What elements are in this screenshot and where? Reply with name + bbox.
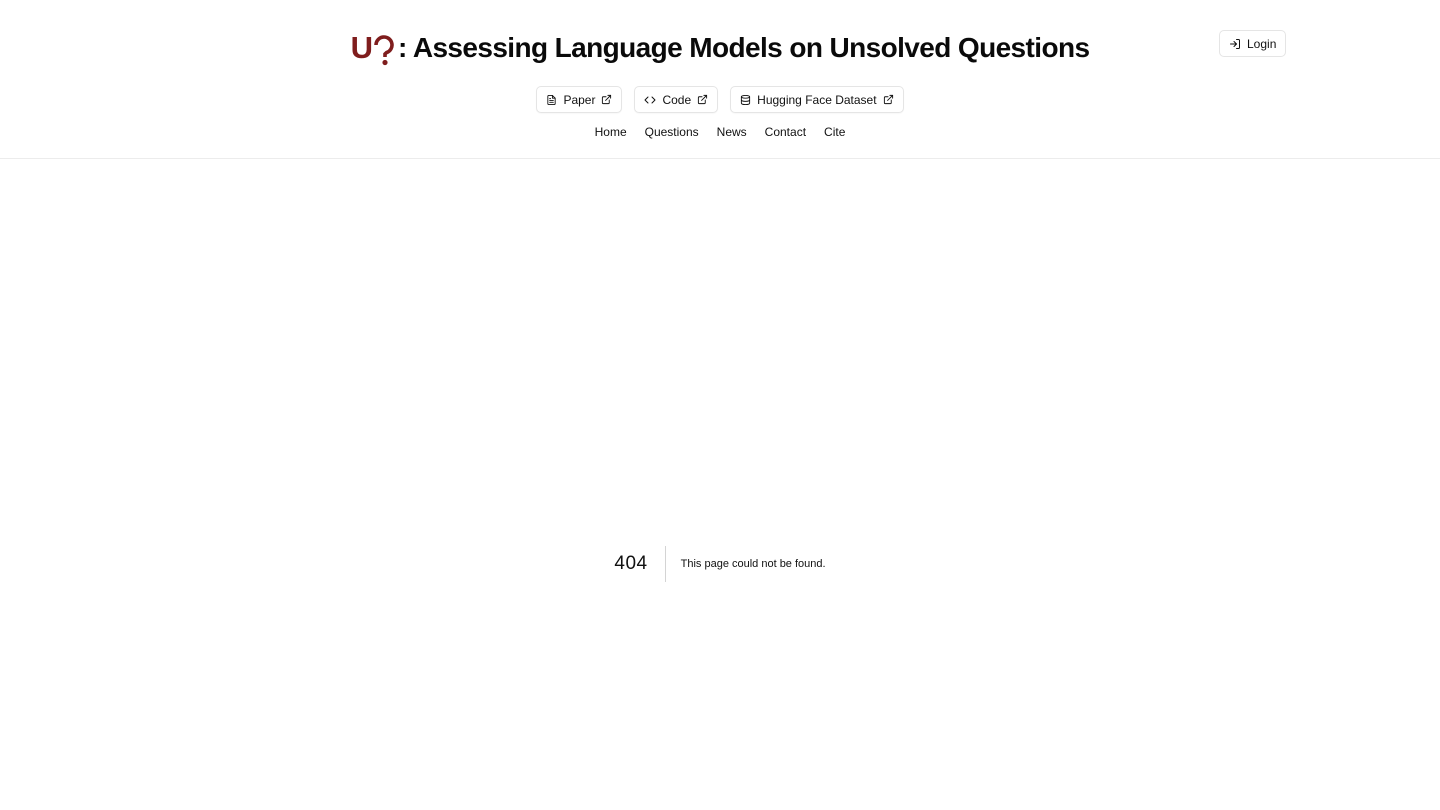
log-in-icon xyxy=(1229,38,1241,50)
nav-item-home[interactable]: Home xyxy=(595,125,627,139)
nav-item-contact[interactable]: Contact xyxy=(765,125,806,139)
file-text-icon xyxy=(546,94,557,106)
code-link-label: Code xyxy=(662,92,692,107)
page-title: U : Assessing Language Models on Unsolve… xyxy=(351,30,1090,66)
dataset-link-label: Hugging Face Dataset xyxy=(757,92,877,107)
code-link-button[interactable]: Code xyxy=(634,86,719,113)
nav-item-cite[interactable]: Cite xyxy=(824,125,845,139)
uq-logo[interactable]: U xyxy=(351,30,396,66)
title-text: : Assessing Language Models on Unsolved … xyxy=(397,32,1090,63)
main-nav: Home Questions News Contact Cite xyxy=(0,125,1440,139)
error-message: This page could not be found. xyxy=(680,558,826,570)
logo-question-mark-icon xyxy=(372,30,396,66)
not-found-error: 404 This page could not be found. xyxy=(0,546,1440,582)
site-header: U : Assessing Language Models on Unsolve… xyxy=(0,0,1440,159)
login-label: Login xyxy=(1247,36,1277,51)
logo-letter-u: U xyxy=(350,30,373,65)
nav-item-questions[interactable]: Questions xyxy=(645,125,699,139)
external-link-icon xyxy=(601,94,612,105)
resource-links: Paper Code Hugging Face Dataset xyxy=(0,86,1440,113)
paper-link-button[interactable]: Paper xyxy=(536,86,623,113)
database-icon xyxy=(740,94,751,106)
login-button[interactable]: Login xyxy=(1219,30,1287,57)
external-link-icon xyxy=(883,94,894,105)
nav-item-news[interactable]: News xyxy=(717,125,747,139)
paper-link-label: Paper xyxy=(563,92,596,107)
code-icon xyxy=(644,94,656,106)
external-link-icon xyxy=(697,94,708,105)
error-code: 404 xyxy=(614,546,666,582)
dataset-link-button[interactable]: Hugging Face Dataset xyxy=(730,86,904,113)
